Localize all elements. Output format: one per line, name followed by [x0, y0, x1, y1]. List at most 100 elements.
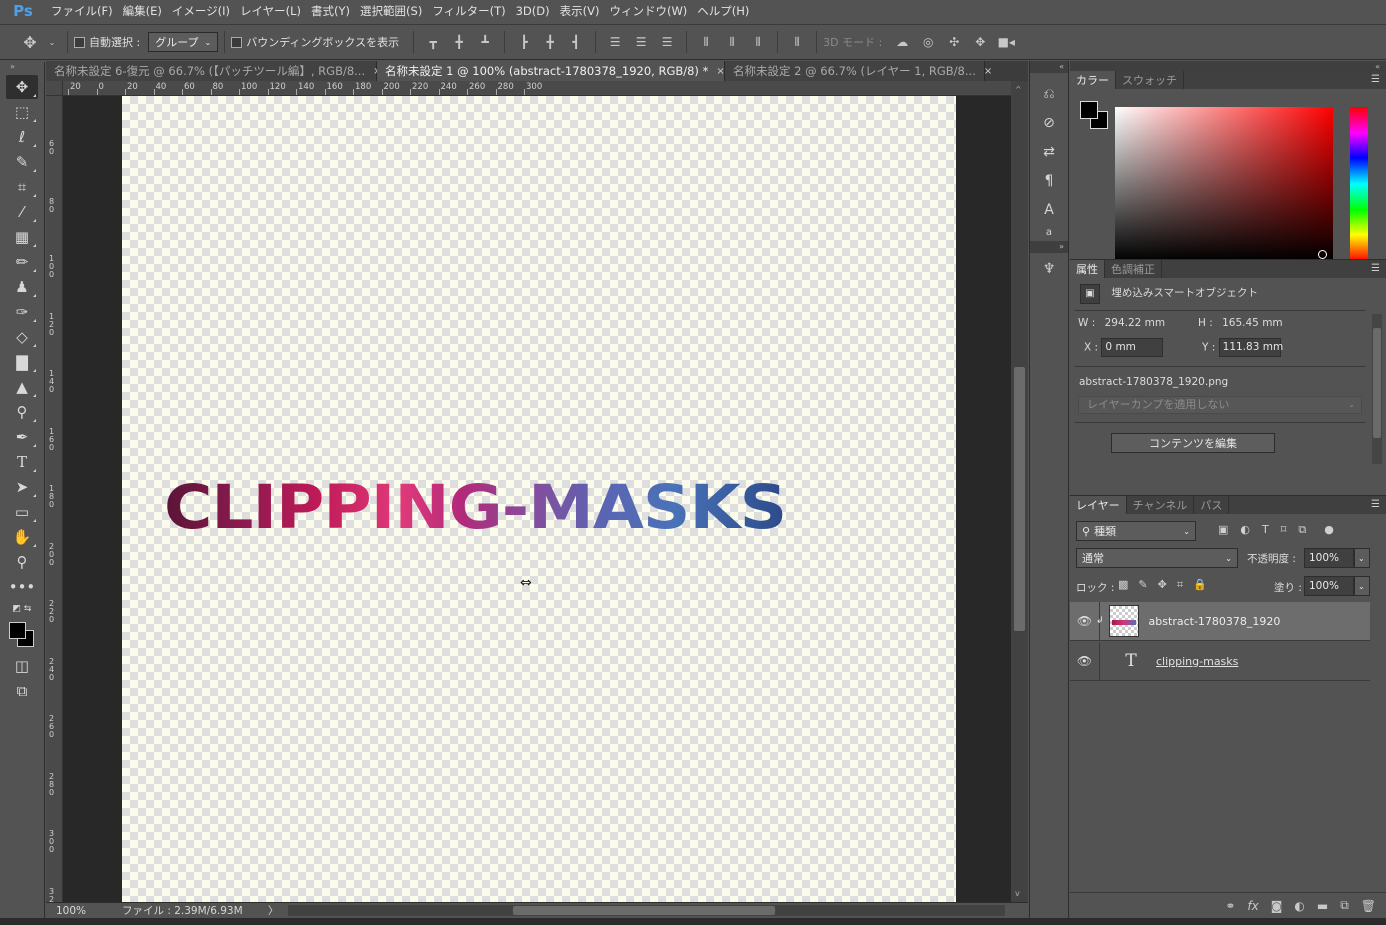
tab-adjustments[interactable]: 色調補正 [1105, 260, 1162, 278]
color-swatches[interactable] [6, 620, 38, 652]
layer-name[interactable]: abstract-1780378_1920 [1149, 615, 1281, 628]
layer-filter-dropdown[interactable]: ⚲ 種類 ⌄ [1076, 521, 1196, 541]
menu-select[interactable]: 選択範囲(S) [355, 0, 427, 22]
lock-all-icon[interactable]: 🔒 [1193, 578, 1207, 592]
distribute-bottom-icon[interactable]: ☰ [659, 35, 675, 49]
distribute-right-icon[interactable]: ⦀ [750, 35, 766, 49]
collapse-icon[interactable]: » [0, 62, 44, 74]
crop-tool-icon[interactable]: ⌗ [6, 175, 38, 199]
close-icon[interactable]: × [716, 66, 724, 77]
fill-input[interactable]: 100% [1304, 576, 1354, 596]
dodge-tool-icon[interactable]: ⚲ [6, 400, 38, 424]
zoom-level[interactable]: 100% [56, 905, 116, 917]
menu-image[interactable]: イメージ(I) [167, 0, 235, 22]
pasteboard[interactable]: CLIPPING-MASKS ⇔ [63, 96, 1011, 902]
tab-properties[interactable]: 属性 [1070, 260, 1105, 278]
menu-filter[interactable]: フィルター(T) [427, 0, 510, 22]
paragraph-panel-icon[interactable]: ¶ [1034, 168, 1064, 194]
document-canvas[interactable]: CLIPPING-MASKS [122, 96, 956, 902]
lasso-tool-icon[interactable]: ℓ [6, 125, 38, 149]
align-right-icon[interactable]: ┫ [568, 35, 584, 49]
menu-help[interactable]: ヘルプ(H) [692, 0, 754, 22]
new-group-icon[interactable]: ▬ [1317, 899, 1328, 913]
color-picker-field[interactable] [1115, 107, 1333, 261]
foreground-color[interactable] [1080, 101, 1098, 119]
lock-artboard-icon[interactable]: ⌗ [1177, 578, 1183, 592]
show-bounding-box-checkbox[interactable] [231, 36, 243, 48]
history-panel-icon[interactable]: ⎌ [1034, 81, 1064, 107]
clone-stamp-tool-icon[interactable]: ♟ [6, 275, 38, 299]
chevron-down-icon[interactable]: ⌄ [1354, 576, 1370, 596]
lock-image-icon[interactable]: ✎ [1138, 578, 1147, 592]
zoom-tool-icon[interactable]: ⚲ [6, 550, 38, 574]
distribute-left-icon[interactable]: ⦀ [698, 35, 714, 49]
layer-row-text[interactable]: 👁 T clipping-masks [1070, 641, 1370, 681]
layer-style-icon[interactable]: fx [1247, 899, 1258, 913]
height-value[interactable]: 165.45 mm [1222, 317, 1283, 329]
status-menu-arrow[interactable]: 〉 [268, 903, 279, 918]
collapse-icon[interactable]: « [1030, 61, 1068, 73]
scrollbar-thumb[interactable] [1373, 328, 1381, 438]
tab-paths[interactable]: パス [1194, 496, 1230, 514]
lock-position-icon[interactable]: ✥ [1158, 578, 1167, 592]
tab-color[interactable]: カラー [1070, 71, 1116, 89]
default-colors-icon[interactable]: ◩ ⇆ [6, 600, 38, 618]
3d-pan-icon[interactable]: ✣ [946, 35, 962, 49]
trash-icon[interactable]: 🗑 [1361, 899, 1376, 913]
panel-menu-icon[interactable]: ☰ [1371, 499, 1380, 510]
menu-window[interactable]: ウィンドウ(W) [604, 0, 692, 22]
history-brush-tool-icon[interactable]: ✑ [6, 300, 38, 324]
foreground-color[interactable] [9, 622, 26, 639]
align-left-icon[interactable]: ┣ [516, 35, 532, 49]
menu-layer[interactable]: レイヤー(L) [235, 0, 306, 22]
collapse-icon[interactable]: » [1030, 241, 1068, 253]
path-selection-tool-icon[interactable]: ➤ [6, 475, 38, 499]
picker-ring[interactable] [1318, 250, 1327, 259]
filter-type-icon[interactable]: T [1262, 523, 1269, 537]
quick-selection-tool-icon[interactable]: ✎ [6, 150, 38, 174]
distribute-top-icon[interactable]: ☰ [607, 35, 623, 49]
scroll-up-icon[interactable]: ^ [1015, 85, 1022, 94]
glyphs-panel-icon[interactable]: a [1034, 226, 1064, 238]
filter-shape-icon[interactable]: ⌑ [1281, 523, 1287, 537]
blend-mode-dropdown[interactable]: 通常 ⌄ [1076, 548, 1238, 568]
properties-scrollbar[interactable] [1372, 314, 1382, 464]
filter-toggle-icon[interactable]: ● [1324, 523, 1334, 537]
auto-align-icon[interactable]: ⫴ [789, 35, 805, 49]
edit-contents-button[interactable]: コンテンツを編集 [1111, 433, 1275, 453]
blur-tool-icon[interactable]: ▲ [6, 375, 38, 399]
chevron-down-icon[interactable]: ⌄ [1354, 548, 1370, 568]
ruler-left[interactable]: 6 0 8 0 1 0 0 1 2 0 1 4 0 1 6 0 1 8 0 2 0 0 2 2 … [46, 96, 63, 911]
menu-view[interactable]: 表示(V) [555, 0, 605, 22]
gradient-tool-icon[interactable]: ▇ [6, 350, 38, 374]
opacity-input[interactable]: 100% [1304, 548, 1354, 568]
chevron-down-icon[interactable]: ⌄ [48, 35, 56, 49]
lock-transparent-icon[interactable]: ▩ [1118, 578, 1128, 592]
align-top-icon[interactable]: ┳ [425, 35, 441, 49]
align-horizontal-center-icon[interactable]: ╋ [542, 35, 558, 49]
hand-tool-icon[interactable]: ✋ [6, 525, 38, 549]
horizontal-scrollbar[interactable] [288, 905, 1005, 916]
rectangle-tool-icon[interactable]: ▭ [6, 500, 38, 524]
width-value[interactable]: 294.22 mm [1105, 317, 1166, 329]
eye-icon[interactable]: 👁 [1070, 641, 1100, 681]
adjustments-panel-icon[interactable]: ⇄ [1034, 139, 1064, 165]
3d-orbit-icon[interactable]: ☁ [894, 35, 910, 49]
scrollbar-thumb[interactable] [513, 906, 775, 915]
move-tool-icon[interactable]: ✥ [6, 75, 38, 99]
menu-edit[interactable]: 編集(E) [118, 0, 167, 22]
adjustment-layer-icon[interactable]: ◐ [1294, 899, 1304, 913]
scrollbar-thumb[interactable] [1014, 367, 1025, 631]
tab-document-1[interactable]: 名称未設定 1 @ 100% (abstract-1780378_1920, R… [377, 61, 725, 81]
menu-type[interactable]: 書式(Y) [306, 0, 355, 22]
menu-file[interactable]: ファイル(F) [46, 0, 118, 22]
y-input[interactable]: 111.83 mm [1218, 338, 1283, 357]
eraser-tool-icon[interactable]: ◇ [6, 325, 38, 349]
brush-tool-icon[interactable]: ✏ [6, 250, 38, 274]
add-mask-icon[interactable]: ◙ [1271, 899, 1283, 913]
ruler-top[interactable]: 20 0 20 40 60 80 100 120 140 160 180 200 220 240 260 28… [63, 81, 1011, 96]
layer-row-abstract[interactable]: 👁 ↲ abstract-1780378_1920 [1070, 601, 1370, 641]
x-input[interactable]: 0 mm [1101, 338, 1164, 357]
link-layers-icon[interactable]: ⚭ [1225, 899, 1235, 913]
tab-channels[interactable]: チャンネル [1127, 496, 1195, 514]
